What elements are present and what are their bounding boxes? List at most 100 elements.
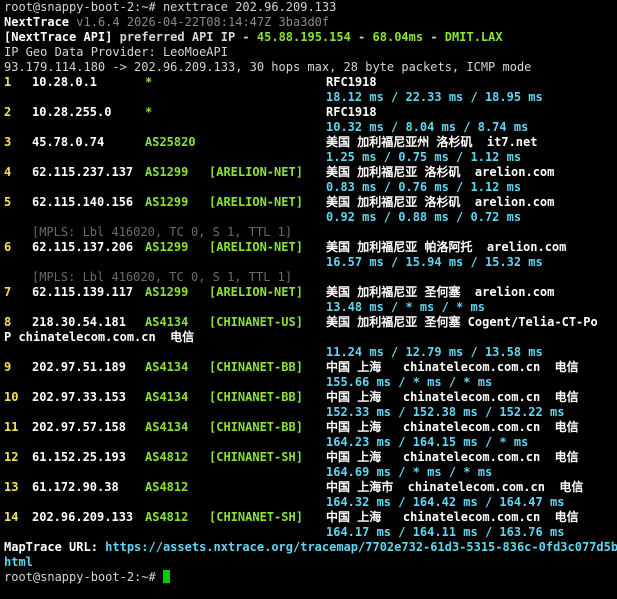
hop-ip: 61.172.90.38 xyxy=(32,480,119,494)
hop-ip: 10.28.255.0 xyxy=(32,105,112,119)
hop-row: 5 62.115.140.156 AS1299 [ARELION-NET] 美国 加利福… xyxy=(4,195,617,210)
hop-rtt: 18.12 ms / 22.33 ms / 18.95 ms xyxy=(326,90,543,104)
hop-location: 美国 加利福尼亚 圣何塞 arelion.com xyxy=(326,285,555,299)
hop-asn: AS4134 xyxy=(145,360,189,374)
hop-number: 9 xyxy=(4,360,12,374)
version-line: NextTrace v1.6.4 2026-04-22T08:14:47Z 3b… xyxy=(4,15,617,30)
api-separator: - xyxy=(358,30,366,44)
hop-number: 5 xyxy=(4,195,12,209)
hop-number: 10 xyxy=(4,390,19,404)
hop-rtt: 16.57 ms / 15.94 ms / 15.32 ms xyxy=(326,255,543,269)
hop-number: 6 xyxy=(4,240,12,254)
hop-location: 美国 加利福尼亚 洛杉矶 arelion.com xyxy=(326,165,555,179)
terminal-window[interactable]: root@snappy-boot-2:~# nexttrace 202.96.2… xyxy=(0,0,617,599)
hop-rtt: 0.92 ms / 0.88 ms / 0.72 ms xyxy=(326,210,522,224)
hop-row: 13 61.172.90.38 AS4812 中国 上海市 chinatelecom.… xyxy=(4,480,617,495)
hop-rtt-row: 1.25 ms / 0.75 ms / 1.12 ms xyxy=(4,150,617,165)
cursor xyxy=(162,570,170,583)
hop-ip: 45.78.0.74 xyxy=(32,135,105,149)
api-provider: DMIT.LAX xyxy=(444,30,503,44)
hop-rtt: 164.23 ms / 164.15 ms / * ms xyxy=(326,435,529,449)
hop-rtt-row: 0.92 ms / 0.88 ms / 0.72 ms xyxy=(4,210,617,225)
final-prompt-line[interactable]: root@snappy-boot-2:~# xyxy=(4,570,617,585)
hop-row: 10 202.97.33.153 AS4134 [CHINANET-BB] 中国 上海 … xyxy=(4,390,617,405)
hop-ip: 62.115.237.137 xyxy=(32,165,134,179)
hop-rtt: 10.32 ms / 8.04 ms / 8.74 ms xyxy=(326,120,529,134)
hop-rtt-row: 164.32 ms / 164.42 ms / 164.47 ms xyxy=(4,495,617,510)
hop-number: 7 xyxy=(4,285,12,299)
hop-rtt-row: 155.66 ms / * ms / * ms xyxy=(4,375,617,390)
hop-rtt: 155.66 ms / * ms / * ms xyxy=(326,375,493,389)
hop-ip: 218.30.54.181 xyxy=(32,315,126,329)
hop-rtt-row: 164.23 ms / 164.15 ms / * ms xyxy=(4,435,617,450)
hop-asn: AS4134 xyxy=(145,315,189,329)
hop-network: [CHINANET-SH] xyxy=(209,450,303,464)
hop-network: [ARELION-NET] xyxy=(209,195,303,209)
hop-row: 7 62.115.139.117 AS1299 [ARELION-NET] 美国 加利福… xyxy=(4,285,617,300)
trace-info-line: 93.179.114.180 -> 202.96.209.133, 30 hop… xyxy=(4,60,532,74)
hop-location: 中国 上海 chinatelecom.com.cn 电信 xyxy=(326,510,579,524)
hop-number: 4 xyxy=(4,165,12,179)
hop-rtt-row: 11.24 ms / 12.79 ms / 13.58 ms xyxy=(4,345,617,360)
hop-row: 9 202.97.51.189 AS4134 [CHINANET-BB] 中国 上海 c… xyxy=(4,360,617,375)
hop-asn: AS4812 xyxy=(145,450,189,464)
hop-list: 1 10.28.0.1 * RFC1918 18.12 ms / 22.33 ms / … xyxy=(4,75,617,540)
hop-location: 中国 上海 chinatelecom.com.cn 电信 xyxy=(326,360,579,374)
hop-number: 13 xyxy=(4,480,19,494)
hop-row: 6 62.115.137.206 AS1299 [ARELION-NET] 美国 加利福… xyxy=(4,240,617,255)
version-info: v1.6.4 2026-04-22T08:14:47Z 3ba3d0f xyxy=(76,15,330,29)
hop-rtt-row: 13.48 ms / * ms / * ms xyxy=(4,300,617,315)
hop-rtt: 164.32 ms / 164.42 ms / 164.47 ms xyxy=(326,495,565,509)
hop-network: [CHINANET-BB] xyxy=(209,390,303,404)
hop-rtt: 164.17 ms / 164.11 ms / 163.76 ms xyxy=(326,525,565,539)
maptrace-label: MapTrace URL: xyxy=(4,540,98,554)
hop-network: [ARELION-NET] xyxy=(209,165,303,179)
hop-location: 美国 加利福尼亚 帕洛阿托 arelion.com xyxy=(326,240,567,254)
api-label: [NextTrace API] xyxy=(4,30,113,44)
hop-row: 4 62.115.237.137 AS1299 [ARELION-NET] 美国 加利福… xyxy=(4,165,617,180)
hop-location: RFC1918 xyxy=(326,105,377,119)
hop-asn: AS4134 xyxy=(145,420,189,434)
hop-location: 美国 加利福尼亚州 洛杉矶 it7.net xyxy=(326,135,538,149)
hop-network: [CHINANET-US] xyxy=(209,315,303,329)
hop-row: 1 10.28.0.1 * RFC1918 xyxy=(4,75,617,90)
hop-asn: AS1299 xyxy=(145,240,189,254)
hop-rtt-row: 164.69 ms / * ms / * ms xyxy=(4,465,617,480)
mpls-label: [MPLS: Lbl 416020, TC 0, S 1, TTL 1] xyxy=(32,270,293,284)
command-text: nexttrace 202.96.209.133 xyxy=(162,0,337,14)
hop-number: 12 xyxy=(4,450,19,464)
hop-location: RFC1918 xyxy=(326,75,377,89)
hop-location: 美国 加利福尼亚 洛杉矶 arelion.com xyxy=(326,195,555,209)
app-name: NextTrace xyxy=(4,15,70,29)
hop-row: 3 45.78.0.74 AS25820 美国 加利福尼亚州 洛杉矶 it7.net xyxy=(4,135,617,150)
hop-ip: 61.152.25.193 xyxy=(32,450,126,464)
mpls-label: [MPLS: Lbl 416020, TC 0, S 1, TTL 1] xyxy=(32,225,293,239)
api-ip: 45.88.195.154 xyxy=(256,30,351,44)
hop-network: [CHINANET-SH] xyxy=(209,510,303,524)
command-line: root@snappy-boot-2:~# nexttrace 202.96.2… xyxy=(4,0,617,15)
hop-ip: 202.97.51.189 xyxy=(32,360,126,374)
hop-rtt-row: 164.17 ms / 164.11 ms / 163.76 ms xyxy=(4,525,617,540)
hop-rtt: 0.83 ms / 0.76 ms / 1.12 ms xyxy=(326,180,522,194)
hop-ip: 62.115.137.206 xyxy=(32,240,134,254)
hop-number: 3 xyxy=(4,135,12,149)
hop-network: [CHINANET-BB] xyxy=(209,360,303,374)
hop-rtt: 152.33 ms / 152.38 ms / 152.22 ms xyxy=(326,405,565,419)
hop-network: [ARELION-NET] xyxy=(209,285,303,299)
hop-asn: AS4812 xyxy=(145,510,189,524)
hop-row: 8 218.30.54.181 AS4134 [CHINANET-US] 美国 加利福尼… xyxy=(4,315,617,330)
hop-location: 中国 上海 chinatelecom.com.cn 电信 xyxy=(326,420,579,434)
hop-ip: 62.115.140.156 xyxy=(32,195,134,209)
hop-location: 中国 上海 chinatelecom.com.cn 电信 xyxy=(326,390,579,404)
hop-number: 14 xyxy=(4,510,19,524)
hop-rtt-row: 18.12 ms / 22.33 ms / 18.95 ms xyxy=(4,90,617,105)
hop-asn: * xyxy=(145,75,153,89)
hop-rtt-row: 10.32 ms / 8.04 ms / 8.74 ms xyxy=(4,120,617,135)
maptrace-url[interactable]: https://assets.nxtrace.org/tracemap/7702… xyxy=(105,540,617,554)
hop-rtt-row: 16.57 ms / 15.94 ms / 15.32 ms xyxy=(4,255,617,270)
maptrace-line: MapTrace URL: https://assets.nxtrace.org… xyxy=(4,540,617,555)
hop-location: 美国 加利福尼亚 圣何塞 Cogent/Telia-CT-Po xyxy=(326,315,598,329)
maptrace-url-continued[interactable]: html xyxy=(4,555,617,570)
hop-rtt: 13.48 ms / * ms / * ms xyxy=(326,300,485,314)
hop-network: [CHINANET-BB] xyxy=(209,420,303,434)
